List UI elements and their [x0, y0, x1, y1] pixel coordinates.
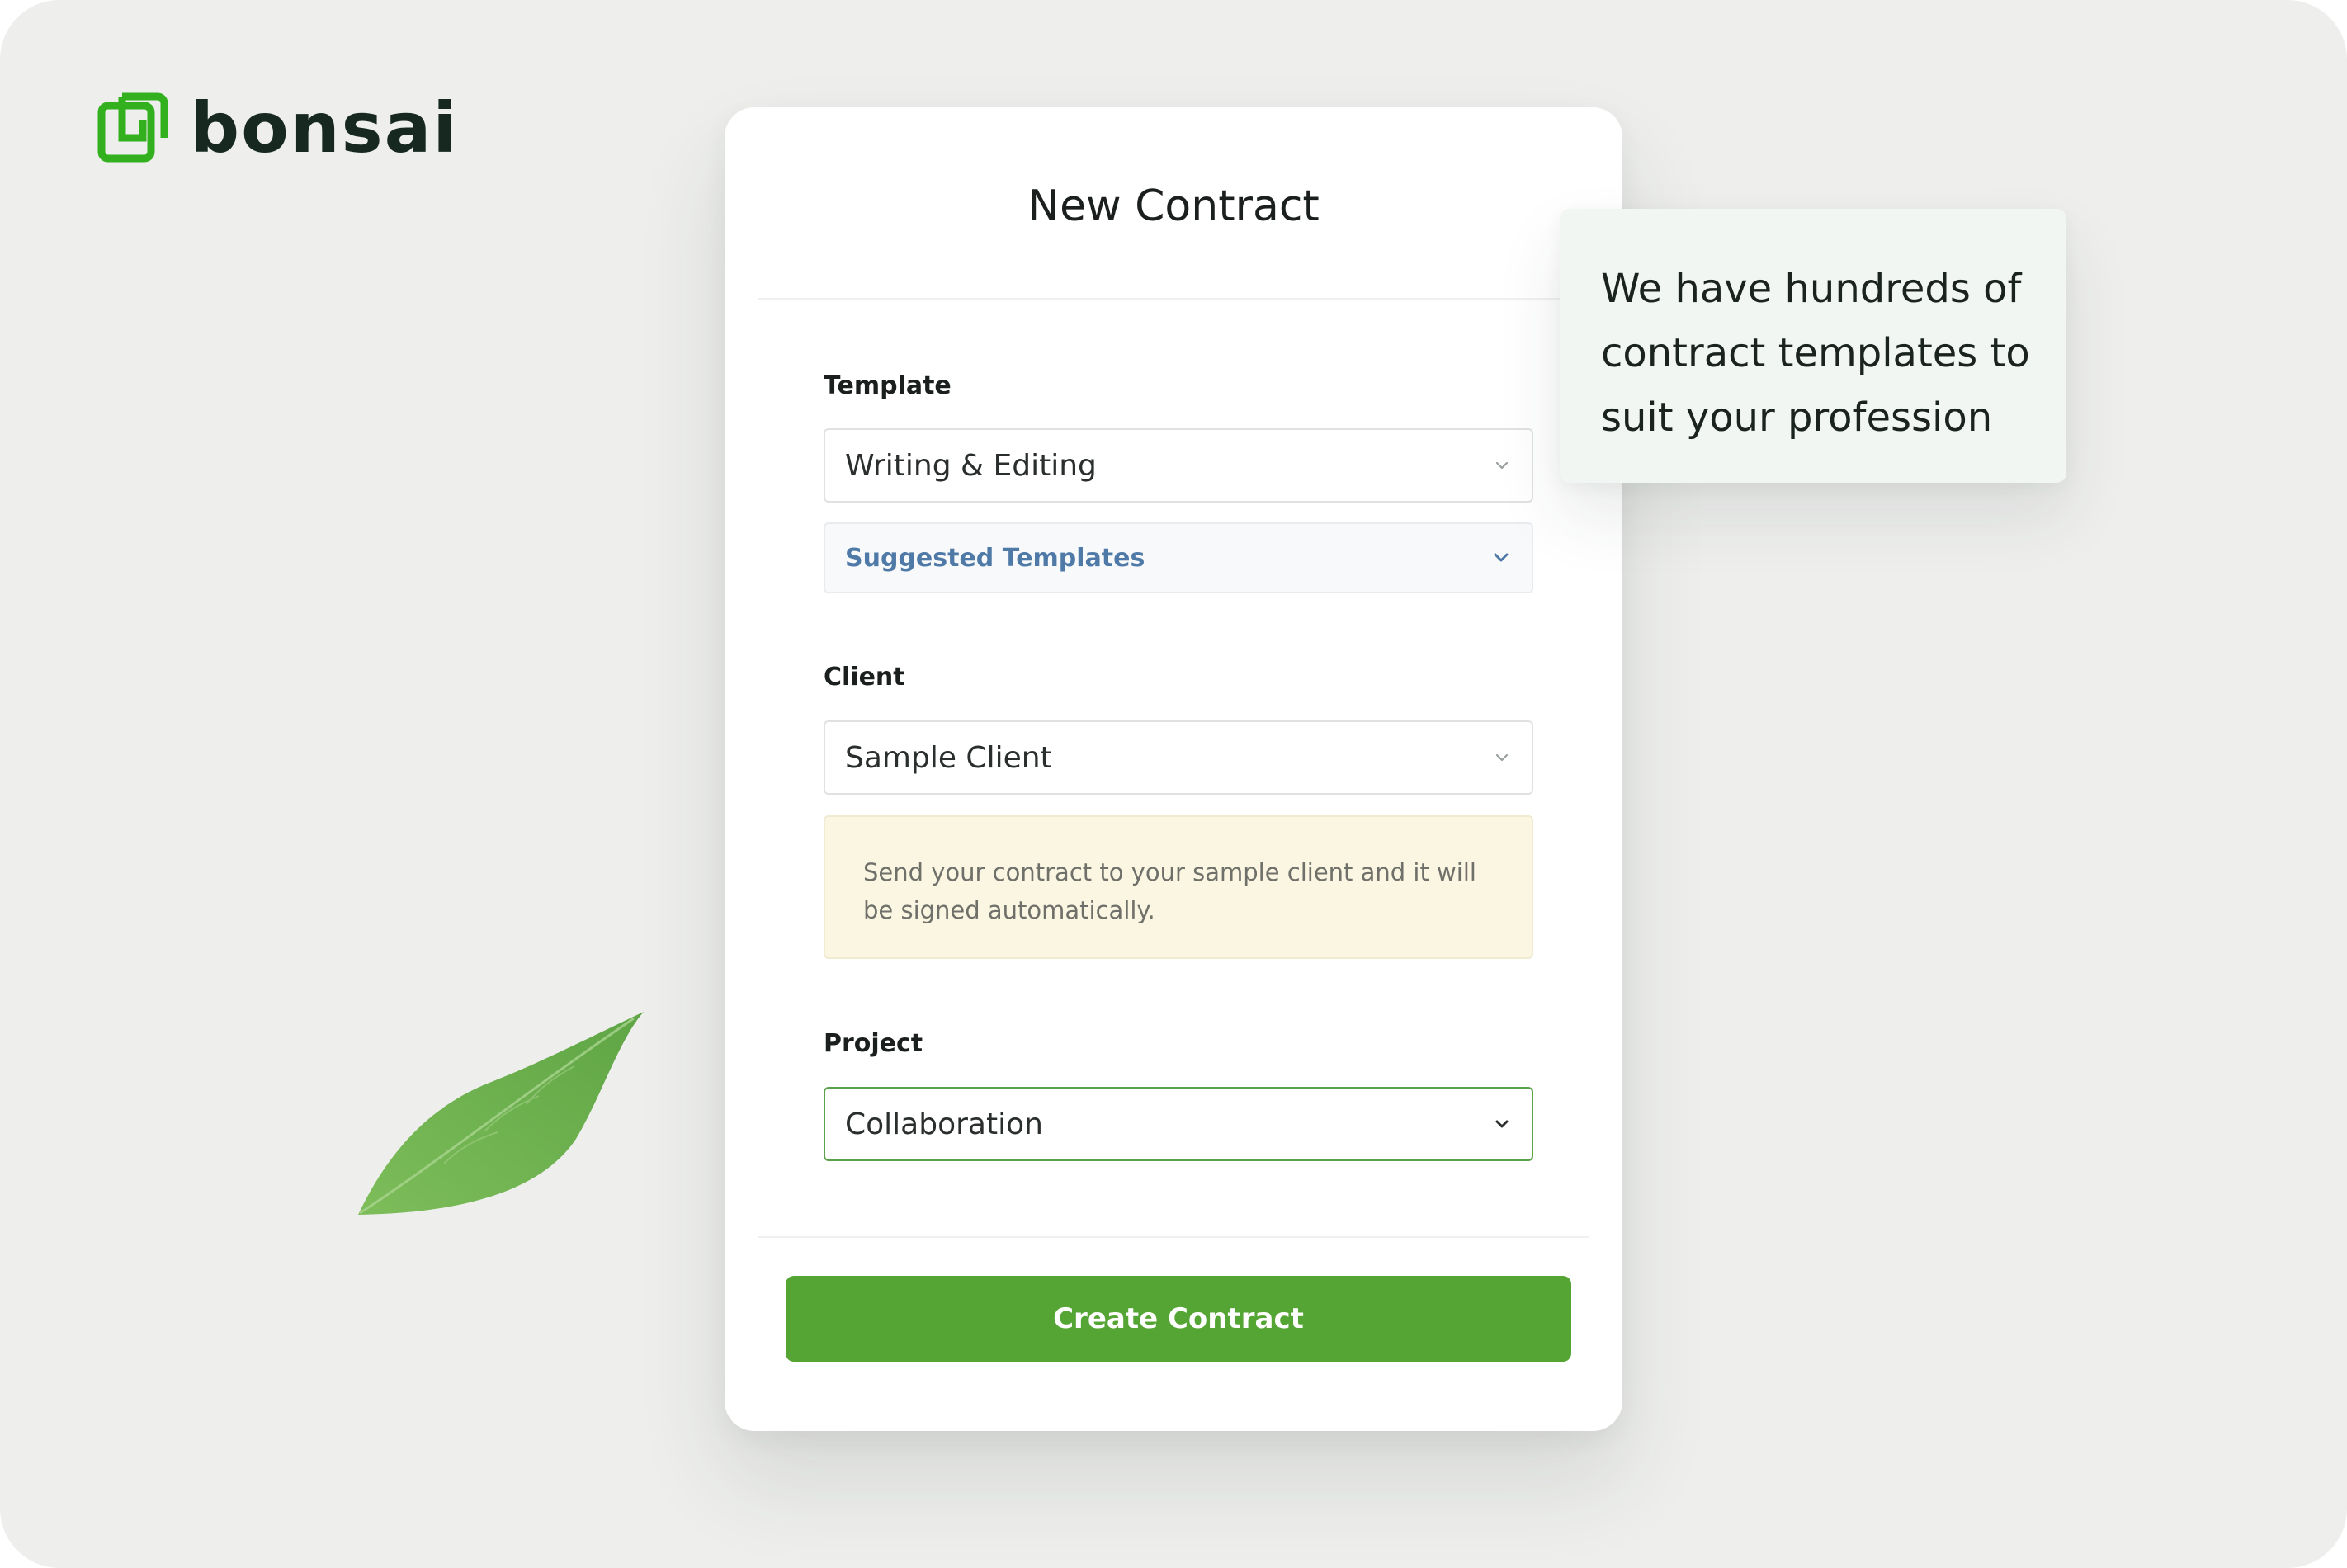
chevron-down-icon [1495, 753, 1509, 762]
project-select[interactable]: Collaboration [824, 1087, 1533, 1161]
leaf-icon [358, 1012, 644, 1215]
templates-callout: We have hundreds of contract templates t… [1560, 209, 2066, 483]
client-label: Client [824, 663, 905, 692]
create-contract-button[interactable]: Create Contract [786, 1276, 1571, 1362]
chevron-down-icon [1495, 1120, 1509, 1128]
project-label: Project [824, 1029, 923, 1058]
page-background: bonsai New Contract Template Writing & E… [0, 0, 2347, 1568]
chevron-down-icon [1495, 461, 1509, 470]
bonsai-logo-icon [97, 92, 168, 163]
template-select[interactable]: Writing & Editing [824, 428, 1533, 503]
template-select-value: Writing & Editing [845, 448, 1097, 483]
template-label: Template [824, 371, 952, 400]
brand-name: bonsai [190, 87, 459, 168]
project-select-value: Collaboration [845, 1107, 1043, 1141]
brand-logo: bonsai [97, 92, 458, 163]
header-divider [758, 298, 1589, 300]
client-select[interactable]: Sample Client [824, 720, 1533, 795]
chevron-down-icon [1494, 553, 1509, 562]
suggested-templates-toggle[interactable]: Suggested Templates [824, 522, 1533, 593]
new-contract-card: New Contract Template Writing & Editing … [725, 107, 1622, 1431]
sample-client-notice: Send your contract to your sample client… [824, 815, 1533, 959]
client-select-value: Sample Client [845, 740, 1052, 775]
footer-divider [758, 1236, 1589, 1238]
suggested-templates-label: Suggested Templates [845, 543, 1145, 573]
card-title: New Contract [1027, 182, 1320, 231]
